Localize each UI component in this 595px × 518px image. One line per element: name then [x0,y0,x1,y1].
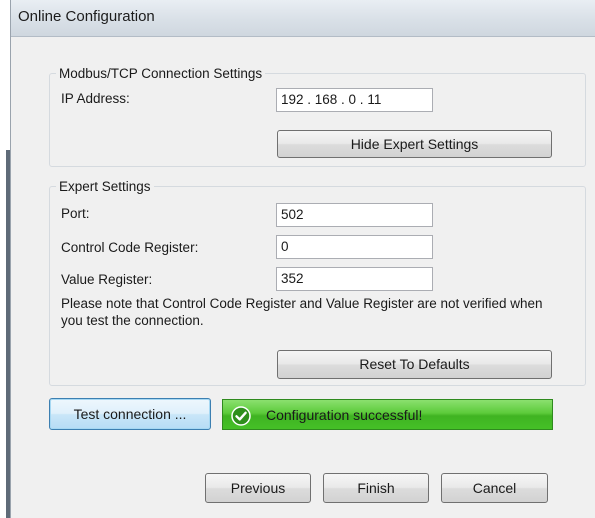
port-label: Port: [61,206,90,221]
port-field[interactable]: 502 [276,203,433,227]
previous-button[interactable]: Previous [205,473,311,503]
value-register-label: Value Register: [61,272,153,287]
connection-status-text: Configuration successful! [266,407,423,423]
online-configuration-window: Online Configuration Modbus/TCP Connecti… [10,0,595,518]
control-code-register-label: Control Code Register: [61,240,199,255]
window-title: Online Configuration [18,8,155,25]
title-bar[interactable]: Online Configuration [11,0,595,37]
value-register-field[interactable]: 352 [276,267,433,291]
finish-button[interactable]: Finish [323,473,429,503]
connection-status-bar: Configuration successful! [222,399,553,430]
reset-to-defaults-button[interactable]: Reset To Defaults [277,350,552,379]
control-code-register-field[interactable]: 0 [276,235,433,259]
expert-group-title: Expert Settings [56,179,154,194]
modbus-group-title: Modbus/TCP Connection Settings [56,66,266,81]
ip-address-label: IP Address: [61,91,130,106]
cancel-button[interactable]: Cancel [441,473,548,503]
checkmark-icon [231,406,251,426]
hide-expert-settings-button[interactable]: Hide Expert Settings [277,130,552,158]
ip-address-field[interactable]: 192 . 168 . 0 . 11 [276,88,433,112]
verification-note: Please note that Control Code Register a… [61,296,543,328]
test-connection-button[interactable]: Test connection ... [49,398,211,430]
